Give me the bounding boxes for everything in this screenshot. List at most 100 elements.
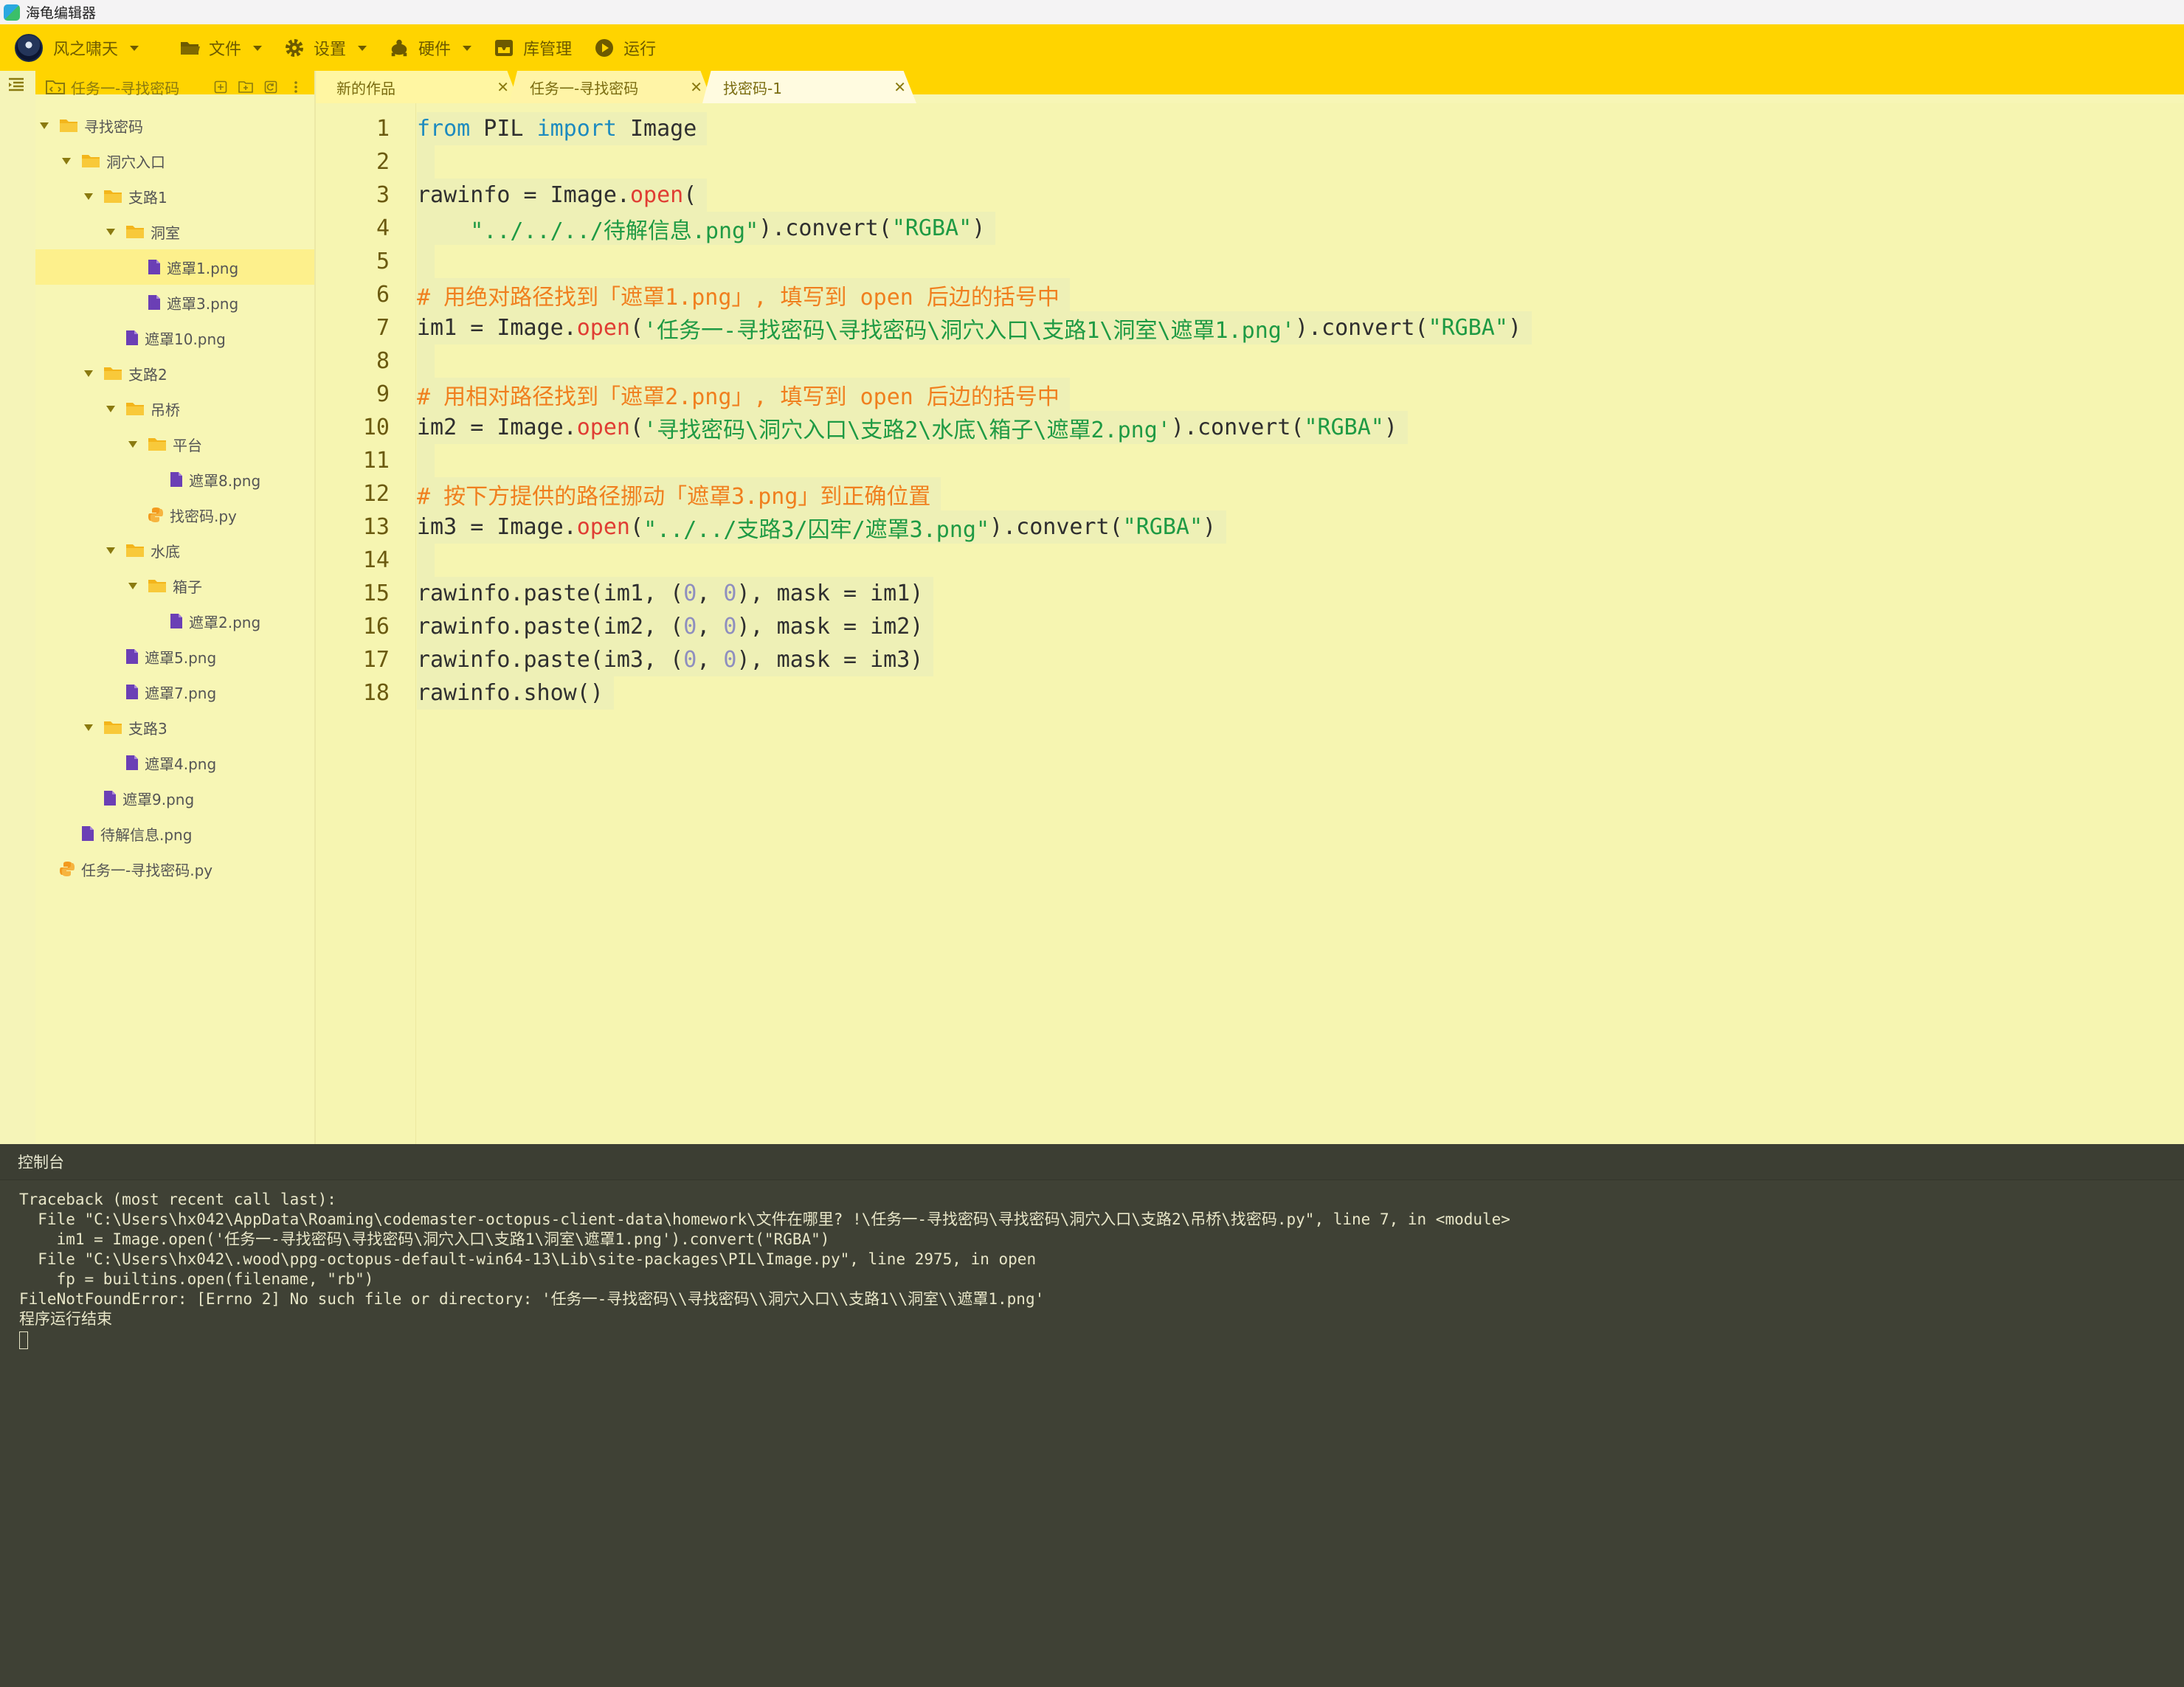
console-line: Traceback (most recent call last): bbox=[19, 1191, 336, 1208]
folder-icon bbox=[59, 118, 78, 133]
code-token: rawinfo.paste(im1, ( bbox=[417, 581, 684, 606]
code-text bbox=[417, 245, 435, 278]
tab-label: 找密码-1 bbox=[723, 79, 782, 97]
tree-file[interactable]: 任务一-寻找密码.py bbox=[35, 851, 314, 887]
close-icon[interactable]: ✕ bbox=[497, 78, 509, 96]
code-token: rawinfo = Image. bbox=[417, 182, 630, 208]
tree-item-label: 寻找密码 bbox=[84, 117, 143, 136]
tree-file[interactable]: 遮罩9.png bbox=[35, 780, 314, 816]
library-menu[interactable]: 库管理 bbox=[494, 34, 572, 62]
activity-strip bbox=[0, 71, 35, 1144]
python-file-icon bbox=[148, 507, 164, 523]
expand-arrow-icon[interactable] bbox=[84, 193, 93, 200]
image-file-icon bbox=[170, 613, 183, 629]
expand-arrow-icon[interactable] bbox=[106, 228, 115, 235]
code-text: from PIL import Image bbox=[417, 112, 708, 145]
close-icon[interactable]: ✕ bbox=[690, 78, 702, 96]
tree-file[interactable]: 遮罩5.png bbox=[35, 639, 314, 674]
settings-menu[interactable]: 设置 bbox=[284, 34, 367, 62]
file-menu[interactable]: 文件 bbox=[179, 34, 263, 62]
line-number: 3 bbox=[376, 182, 390, 208]
tree-file[interactable]: 遮罩1.png bbox=[35, 249, 314, 285]
expand-arrow-icon[interactable] bbox=[40, 122, 49, 129]
tree-folder[interactable]: 箱子 bbox=[35, 568, 314, 603]
new-folder-icon[interactable] bbox=[238, 79, 254, 95]
line-number: 4 bbox=[376, 215, 390, 241]
code-token: ) bbox=[1203, 514, 1217, 540]
hardware-menu[interactable]: 硬件 bbox=[389, 34, 472, 62]
user-menu[interactable]: 风之啸天 bbox=[15, 34, 139, 62]
console-line: im1 = Image.open('任务一-寻找密码\寻找密码\洞穴入口\支路1… bbox=[19, 1230, 830, 1248]
tree-folder[interactable]: 吊桥 bbox=[35, 391, 314, 426]
tree-file[interactable]: 遮罩4.png bbox=[35, 745, 314, 780]
tree-item-label: 支路2 bbox=[128, 365, 167, 384]
code-text: "../../../待解信息.png").convert("RGBA") bbox=[417, 212, 996, 245]
expand-arrow-icon[interactable] bbox=[62, 157, 71, 164]
code-token: ( bbox=[683, 182, 697, 208]
expand-arrow-icon[interactable] bbox=[128, 440, 137, 448]
tree-folder[interactable]: 水底 bbox=[35, 533, 314, 568]
tree-file[interactable]: 遮罩2.png bbox=[35, 603, 314, 639]
expand-arrow-icon[interactable] bbox=[84, 724, 93, 731]
tree-folder[interactable]: 洞穴入口 bbox=[35, 143, 314, 179]
code-token: , bbox=[697, 614, 724, 640]
tree-folder[interactable]: 洞室 bbox=[35, 214, 314, 249]
tree-folder[interactable]: 支路1 bbox=[35, 179, 314, 214]
code-editor[interactable]: 1 from PIL import Image 2 3 rawinfo = Image.… bbox=[316, 103, 2184, 1144]
tab-bar: 新的作品 ✕ 任务一-寻找密码 ✕ 找密码-1 ✕ bbox=[316, 71, 2184, 103]
tree-item-label: 遮罩3.png bbox=[167, 294, 239, 313]
code-token: ), mask = im2) bbox=[736, 614, 924, 640]
tree-item-label: 遮罩4.png bbox=[145, 755, 217, 773]
code-token: rawinfo.paste(im2, ( bbox=[417, 614, 684, 640]
expand-arrow-icon[interactable] bbox=[84, 370, 93, 377]
tab-new-work[interactable]: 新的作品 ✕ bbox=[316, 71, 519, 103]
title-bar: 海龟编辑器 bbox=[0, 0, 2184, 24]
code-token: open bbox=[576, 514, 630, 540]
refresh-icon[interactable] bbox=[263, 79, 279, 95]
expand-arrow-icon[interactable] bbox=[128, 582, 137, 589]
run-button[interactable]: 运行 bbox=[594, 34, 656, 62]
gutter-divider bbox=[415, 103, 416, 1144]
tree-folder[interactable]: 支路2 bbox=[35, 356, 314, 391]
console-output[interactable]: Traceback (most recent call last): File … bbox=[19, 1190, 1510, 1349]
line-number: 11 bbox=[362, 448, 390, 474]
folder-icon bbox=[125, 224, 145, 239]
tree-file[interactable]: 遮罩8.png bbox=[35, 462, 314, 497]
code-text: rawinfo = Image. open( bbox=[417, 179, 708, 212]
code-text: im2 = Image. open('寻找密码\洞穴入口\支路2\水底\箱子\遮罩… bbox=[417, 411, 1408, 444]
console-cursor[interactable] bbox=[19, 1331, 28, 1349]
new-file-icon[interactable] bbox=[212, 79, 229, 95]
python-file-icon bbox=[59, 861, 75, 877]
tree-file[interactable]: 遮罩3.png bbox=[35, 285, 314, 320]
more-options-icon[interactable] bbox=[288, 79, 304, 95]
tree-folder[interactable]: 寻找密码 bbox=[35, 108, 314, 143]
tree-file[interactable]: 遮罩10.png bbox=[35, 320, 314, 356]
avatar bbox=[15, 34, 43, 62]
tree-file[interactable]: 待解信息.png bbox=[35, 816, 314, 851]
tree-item-label: 遮罩9.png bbox=[122, 790, 195, 808]
tree-file[interactable]: 找密码.py bbox=[35, 497, 314, 533]
close-icon[interactable]: ✕ bbox=[894, 78, 906, 96]
code-token: ), mask = im1) bbox=[736, 581, 924, 606]
tab-task-one[interactable]: 任务一-寻找密码 ✕ bbox=[509, 71, 713, 103]
file-menu-label: 文件 bbox=[209, 41, 242, 59]
line-number: 12 bbox=[362, 481, 390, 507]
tree-item-label: 平台 bbox=[173, 436, 202, 454]
tree-folder[interactable]: 平台 bbox=[35, 426, 314, 462]
collapse-tree-icon[interactable] bbox=[7, 77, 25, 93]
tree-file[interactable]: 遮罩7.png bbox=[35, 674, 314, 710]
expand-arrow-icon[interactable] bbox=[106, 547, 115, 554]
console-panel: 控制台 Traceback (most recent call last): F… bbox=[0, 1144, 2184, 1687]
expand-arrow-icon[interactable] bbox=[106, 405, 115, 412]
tree-folder[interactable]: 支路3 bbox=[35, 710, 314, 745]
tree-item-label: 洞穴入口 bbox=[106, 153, 165, 171]
code-text: # 用绝对路径找到「遮罩1.png」, 填写到 open 后边的括号中 bbox=[417, 278, 1070, 311]
code-token: # 用绝对路径找到「遮罩1.png」, 填写到 open 后边的括号中 bbox=[417, 284, 1060, 311]
tab-find-password[interactable]: 找密码-1 ✕ bbox=[702, 71, 916, 103]
code-token: open bbox=[629, 182, 684, 208]
tree-item-label: 遮罩8.png bbox=[189, 471, 261, 490]
line-number: 14 bbox=[362, 547, 390, 573]
project-name: 任务一-寻找密码 bbox=[71, 79, 180, 97]
library-menu-label: 库管理 bbox=[523, 41, 573, 59]
code-token: ), mask = im3) bbox=[736, 647, 924, 673]
